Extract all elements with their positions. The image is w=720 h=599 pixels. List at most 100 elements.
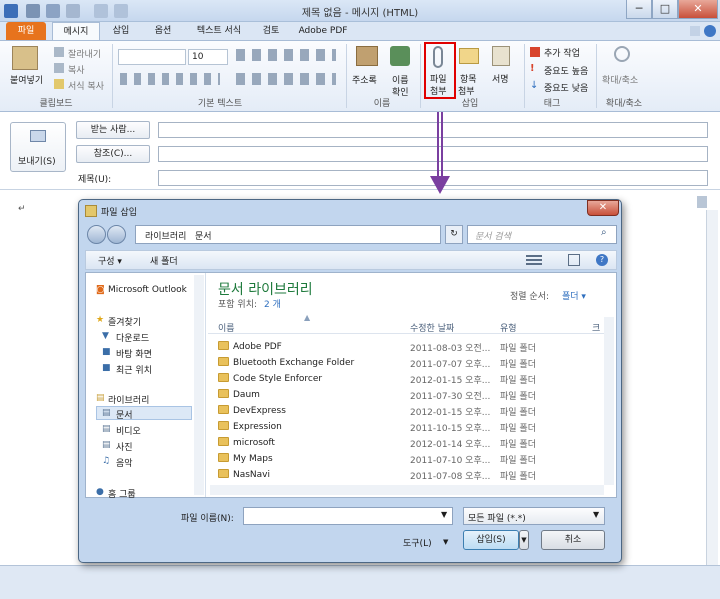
nav-libraries[interactable]: 라이브러리 (108, 393, 149, 406)
copy-icon (54, 63, 64, 73)
close-button[interactable]: ✕ (678, 0, 718, 19)
folder-icon (218, 421, 229, 430)
tab-options[interactable]: 옵션 (148, 22, 178, 40)
file-list-vscrollbar[interactable] (604, 317, 614, 485)
tab-insert[interactable]: 삽입 (106, 22, 136, 40)
zoom-button[interactable]: 확대/축소 (602, 73, 638, 86)
nav-recent[interactable]: 최근 위치 (116, 363, 152, 376)
list-item[interactable]: Code Style Enforcer (218, 373, 322, 384)
nav-homegroup[interactable]: 홈 그룹 (108, 487, 136, 500)
nav-downloads[interactable]: 다운로드 (116, 331, 149, 344)
column-name[interactable]: 이름 (218, 321, 235, 334)
file-type-filter[interactable]: 모든 파일 (*.*) (463, 507, 605, 525)
cancel-button[interactable]: 취소 (541, 530, 605, 550)
to-button[interactable]: 받는 사람... (76, 121, 150, 139)
list-item[interactable]: My Maps (218, 453, 273, 464)
list-item[interactable]: Bluetooth Exchange Folder (218, 357, 354, 368)
body-scrollbar[interactable] (706, 210, 718, 565)
list-item[interactable]: Daum (218, 389, 260, 400)
minimize-button[interactable]: ─ (626, 0, 652, 19)
file-date: 2011-07-07 오후... (410, 360, 491, 370)
folder-icon (218, 389, 229, 398)
tab-format-text[interactable]: 텍스트 서식 (186, 22, 252, 40)
ruler-toggle-icon[interactable] (697, 196, 707, 208)
signature-button[interactable]: 서명 (492, 72, 509, 85)
nav-music[interactable]: 음악 (116, 456, 133, 469)
cut-button[interactable]: 잘라내기 (68, 47, 101, 60)
file-type: 파일 폴더 (500, 472, 536, 482)
insert-button[interactable]: 삽입(S) (463, 530, 519, 550)
includes-link[interactable]: 2 개 (264, 297, 281, 310)
zoom-icon (614, 46, 630, 62)
tab-review[interactable]: 검토 (256, 22, 286, 40)
insert-dropdown-button[interactable]: ▼ (519, 530, 529, 550)
organize-button[interactable]: 구성 ▾ (98, 254, 122, 267)
new-folder-button[interactable]: 새 폴더 (150, 254, 178, 267)
address-book-button[interactable]: 주소록 (352, 73, 377, 86)
text-format-buttons[interactable] (120, 73, 220, 85)
to-field[interactable] (158, 122, 708, 138)
nav-documents[interactable]: 문서 (116, 408, 133, 421)
list-item[interactable]: microsoft (218, 437, 275, 448)
list-item[interactable]: DevExpress (218, 405, 286, 416)
nav-outlook[interactable]: Microsoft Outlook (108, 285, 187, 295)
libraries-icon: ▤ (96, 393, 105, 403)
help-icon[interactable] (704, 25, 716, 37)
ribbon-divider (420, 44, 421, 108)
back-button[interactable] (87, 225, 106, 244)
file-type: 파일 폴더 (500, 360, 536, 370)
format-painter-icon (54, 79, 64, 89)
file-date: 2012-01-15 오후... (410, 376, 491, 386)
cc-field[interactable] (158, 146, 708, 162)
nav-pictures[interactable]: 사진 (116, 440, 133, 453)
view-options-icon[interactable] (526, 255, 542, 265)
forward-button[interactable] (107, 225, 126, 244)
nav-videos[interactable]: 비디오 (116, 424, 141, 437)
list-item[interactable]: Expression (218, 421, 282, 432)
breadcrumb-libraries[interactable]: 라이브러리 (145, 229, 186, 242)
preview-pane-icon[interactable] (568, 254, 580, 266)
follow-up-button[interactable]: 추가 작업 (544, 46, 580, 59)
file-type: 파일 폴더 (500, 376, 536, 386)
font-size-combo[interactable]: 10 (188, 49, 228, 65)
column-type[interactable]: 유형 (500, 321, 517, 334)
low-importance-button[interactable]: 중요도 낮음 (544, 81, 588, 94)
list-item[interactable]: Adobe PDF (218, 341, 282, 352)
tab-adobe-pdf[interactable]: Adobe PDF (294, 22, 352, 40)
dialog-help-icon[interactable]: ? (596, 254, 608, 266)
tab-file[interactable]: 파일 (6, 22, 46, 40)
sort-dropdown[interactable]: 폴더 ▾ (562, 289, 586, 302)
high-importance-button[interactable]: 중요도 높음 (544, 64, 588, 77)
maximize-button[interactable]: □ (652, 0, 678, 19)
file-name: DevExpress (233, 406, 286, 416)
filename-dropdown-icon[interactable]: ▼ (441, 510, 447, 519)
search-icon[interactable]: ⌕ (601, 227, 607, 238)
font-name-combo[interactable] (118, 49, 186, 65)
tools-button[interactable]: 도구(L) (403, 536, 432, 549)
list-format-buttons[interactable] (236, 49, 336, 61)
copy-button[interactable]: 복사 (68, 63, 85, 76)
file-list-hscrollbar[interactable] (210, 485, 604, 495)
format-painter-button[interactable]: 서식 복사 (68, 79, 104, 92)
column-date[interactable]: 수정한 날짜 (410, 321, 454, 334)
breadcrumb-documents[interactable]: 문서 (195, 229, 212, 242)
dialog-close-button[interactable]: ✕ (587, 200, 619, 216)
column-size[interactable]: 크 (592, 321, 600, 334)
filename-input[interactable] (243, 507, 453, 525)
folder-icon (218, 357, 229, 366)
file-type: 파일 폴더 (500, 424, 536, 434)
file-date: 2012-01-15 오후... (410, 408, 491, 418)
ribbon-minimize-icon[interactable] (690, 26, 700, 36)
ribbon-divider (596, 44, 597, 108)
tab-message[interactable]: 메시지 (52, 22, 100, 40)
alignment-buttons[interactable] (236, 73, 336, 85)
paste-icon[interactable] (12, 46, 38, 70)
refresh-button[interactable]: ↻ (445, 225, 463, 244)
list-item[interactable]: NasNavi (218, 469, 270, 480)
downloads-icon: ▼ (102, 331, 109, 341)
cc-button[interactable]: 참조(C)... (76, 145, 150, 163)
nav-favorites[interactable]: 즐겨찾기 (108, 315, 141, 328)
paste-button[interactable]: 붙여넣기 (10, 73, 43, 86)
nav-scrollbar[interactable] (194, 275, 204, 495)
nav-desktop[interactable]: 바탕 화면 (116, 347, 152, 360)
